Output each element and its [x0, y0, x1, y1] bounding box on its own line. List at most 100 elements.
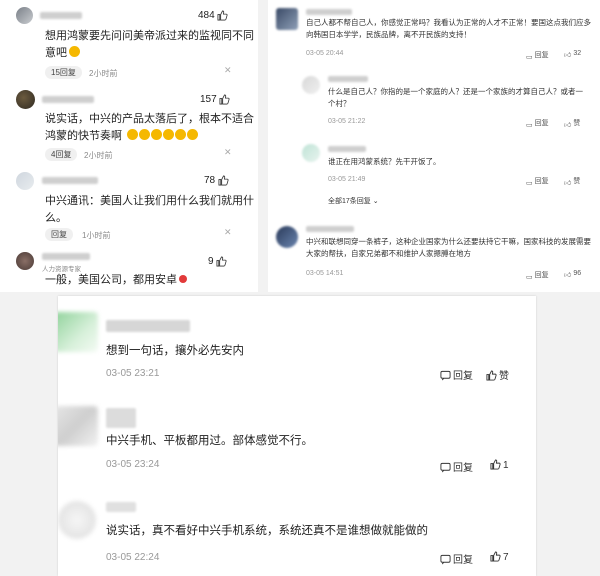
username-blurred[interactable] — [328, 76, 368, 82]
avatar[interactable] — [302, 76, 320, 94]
avatar[interactable] — [16, 172, 34, 190]
avatar[interactable] — [16, 7, 33, 24]
username-blurred[interactable] — [106, 320, 190, 332]
like-button[interactable]: 1 — [490, 459, 509, 471]
like-count-value: 484 — [198, 10, 215, 22]
username-blurred[interactable] — [106, 502, 136, 512]
comment-bubble-icon — [440, 554, 451, 565]
username-blurred[interactable] — [40, 12, 82, 19]
comment-text: 中兴手机、平板都用过。部体感觉不行。 — [106, 435, 313, 447]
like-label: 赞 — [573, 120, 581, 127]
avatar[interactable] — [302, 144, 320, 162]
thumbs-up-icon — [218, 175, 229, 186]
timestamp: 03-05 20:44 — [306, 50, 344, 57]
like-count-value: 32 — [573, 50, 582, 57]
chevron-down-icon: ⌄ — [372, 198, 379, 205]
comment-bubble-icon — [440, 462, 451, 473]
thumbs-up-icon — [217, 10, 229, 21]
reply-text: 什么是自己人？你指的是一个家庭的人？还是一个家族的才算自己人？或者一 个村？ — [328, 86, 596, 110]
close-icon[interactable]: ✕ — [224, 65, 232, 76]
thumbs-up-icon: 👍︎ — [564, 52, 572, 59]
timestamp: 03-05 23:21 — [106, 368, 160, 379]
timestamp: 2小时前 — [89, 69, 118, 78]
replies-button[interactable]: 4回复 — [45, 148, 78, 161]
expand-replies-button[interactable]: 全部17条回复 ⌄ — [328, 196, 379, 206]
reply-button[interactable]: ▭ 回复 — [526, 270, 549, 281]
like-count-value: 96 — [573, 270, 582, 277]
comment-bubble-icon: ▭ — [526, 180, 533, 187]
like-button[interactable]: 赞 — [486, 367, 509, 382]
thumbs-up-icon — [216, 256, 227, 267]
comment-line: 中兴通讯：美国人让我们用什么我们就用什 — [45, 195, 254, 207]
reply-button[interactable]: ▭ 回复 — [526, 50, 549, 61]
reply-button[interactable]: 回复 — [440, 551, 473, 566]
avatar[interactable] — [58, 312, 98, 352]
comment-panel-a: 484 想用鸿蒙要先问问美帝派过来的监视同不同 意吧 15回复 2小时前 ✕ 1… — [0, 0, 258, 292]
timestamp: 03-05 21:49 — [328, 176, 366, 183]
replies-button[interactable]: 15回复 — [45, 66, 82, 79]
username-blurred[interactable] — [42, 177, 98, 184]
emoji-icon — [69, 46, 80, 57]
username-blurred[interactable] — [328, 146, 366, 152]
comment-text: 想到一句话，攘外必先安内 — [106, 345, 244, 357]
avatar[interactable] — [276, 8, 298, 30]
comment-line: 说实话，中兴的产品太落后了，根本不适合 — [45, 113, 254, 125]
comment-line: 自己人都不帮自己人，你感觉正常吗？我看认为正常的人才不正常！要国这点我们应多 — [306, 18, 591, 27]
reply-button[interactable]: 回复 — [440, 367, 473, 382]
like-button[interactable]: 👍︎ 赞 — [564, 118, 580, 129]
comment-text: 自己人都不帮自己人，你感觉正常吗？我看认为正常的人才不正常！要国这点我们应多 向… — [306, 17, 596, 41]
comment-text: 中兴通讯：美国人让我们用什么我们就用什 么。 — [45, 193, 254, 227]
avatar[interactable] — [58, 406, 98, 446]
username-blurred[interactable] — [106, 408, 136, 428]
avatar[interactable] — [16, 90, 35, 109]
like-button[interactable]: 👍︎ 赞 — [564, 176, 580, 187]
reply-label: 回复 — [453, 555, 473, 566]
comment-bubble-icon: ▭ — [526, 122, 533, 129]
avatar[interactable] — [16, 252, 34, 270]
timestamp: 2小时前 — [84, 151, 113, 160]
timestamp: 03-05 22:24 — [106, 552, 160, 563]
like-button[interactable]: 👍︎ 32 — [564, 50, 581, 59]
username-blurred[interactable] — [42, 253, 90, 260]
reply-button[interactable]: 回复 — [440, 459, 473, 474]
username-blurred[interactable] — [306, 9, 352, 15]
comment-panel-b: 自己人都不帮自己人，你感觉正常吗？我看认为正常的人才不正常！要国这点我们应多 向… — [268, 0, 600, 292]
timestamp: 03-05 14:51 — [306, 270, 344, 277]
like-count[interactable]: 157 — [200, 94, 231, 106]
like-count-value: 9 — [208, 256, 214, 268]
reply-label: 回复 — [534, 120, 549, 127]
thumbs-up-icon — [486, 370, 497, 381]
like-count-value: 157 — [200, 94, 217, 106]
like-count-value: 78 — [204, 175, 216, 187]
like-count[interactable]: 78 — [204, 175, 229, 186]
like-count-value: 7 — [503, 552, 509, 563]
comment-text: 说实话，真不看好中兴手机系统，系统还真不是谁想做就能做的 — [106, 525, 428, 537]
close-icon[interactable]: ✕ — [224, 227, 232, 238]
thumbs-up-icon — [490, 551, 501, 562]
username-blurred[interactable] — [306, 226, 354, 232]
thumbs-up-icon: 👍︎ — [564, 180, 572, 187]
reply-label: 回复 — [534, 178, 549, 185]
reply-label: 回复 — [453, 463, 473, 474]
comment-line: 中兴和联想同穿一条裤子，这种企业国家为什么还要扶持它干嘛，国家科技的发展需要 — [306, 237, 591, 246]
like-count-value: 1 — [503, 460, 509, 471]
comment-text: 说实话，中兴的产品太落后了，根本不适合 鸿蒙的快节奏啊 — [45, 111, 254, 145]
comment-bubble-icon — [440, 370, 451, 381]
like-button[interactable]: 7 — [490, 551, 509, 563]
comment-panel-c: 想到一句话，攘外必先安内 03-05 23:21 回复 赞 中兴手机、平板都用过… — [58, 296, 536, 576]
username-blurred[interactable] — [42, 96, 94, 103]
thumbs-up-icon — [219, 94, 231, 105]
like-label: 赞 — [499, 371, 509, 382]
like-button[interactable]: 👍︎ 96 — [564, 270, 581, 279]
comment-line: 鸿蒙的快节奏啊 — [45, 130, 122, 142]
reply-button[interactable]: ▭ 回复 — [526, 176, 549, 187]
thumbs-up-icon — [490, 459, 501, 470]
reply-button[interactable]: ▭ 回复 — [526, 118, 549, 129]
avatar[interactable] — [276, 226, 298, 248]
like-count[interactable]: 484 — [198, 10, 229, 22]
avatar[interactable] — [58, 501, 96, 539]
reply-label: 回复 — [534, 272, 549, 279]
replies-button[interactable]: 回复 — [45, 228, 73, 241]
close-icon[interactable]: ✕ — [224, 147, 232, 158]
like-count[interactable]: 9 — [208, 256, 227, 267]
